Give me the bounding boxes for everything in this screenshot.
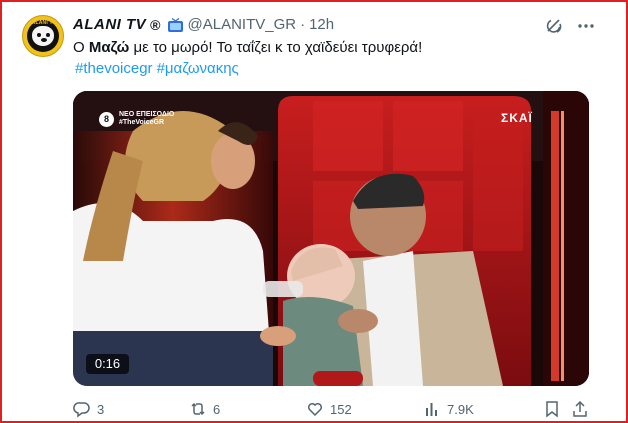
grok-icon[interactable] [544,16,564,36]
views-button[interactable]: 7.9K [423,400,474,418]
like-button[interactable]: 152 [306,400,352,418]
hashtag-link[interactable]: #μαζωνακης [157,60,239,77]
separator-dot: · [300,16,306,33]
display-name[interactable]: ALANI TV [73,16,146,34]
tweet-text: Ο Μαζώ με το μωρό! Το ταΐζει κ το χαϊδεύ… [73,39,423,56]
share-button[interactable] [571,400,595,418]
share-icon [573,400,587,417]
post-time[interactable]: 12h [309,16,334,34]
registered-mark: ® [150,17,161,33]
reply-count: 3 [97,401,105,417]
user-handle[interactable]: @ALANITV_GR [188,16,297,34]
episode-badge: 8 ΝΕΟ ΕΠΕΙΣΟΔΙΟ #TheVoiceGR [99,111,174,127]
bookmark-icon [546,401,558,418]
avatar-logo-text: ALANI TV [31,20,57,26]
video-duration: 0:16 [86,354,129,374]
tweet-text-bold: Μαζώ [88,39,130,56]
repost-button[interactable]: 6 [189,400,220,418]
more-icon[interactable] [576,16,596,36]
repost-count: 6 [213,401,221,417]
episode-number: 8 [99,111,114,127]
video-frame [73,91,589,386]
reply-button[interactable]: 3 [73,400,104,418]
episode-label: ΝΕΟ ΕΠΕΙΣΟΔΙΟ [119,111,175,118]
heart-icon [307,402,323,417]
tweet-header: ALANI TV ® @ALANITV_GR · 12h [73,16,334,34]
channel-logo: ΣΚΑΪ [501,111,533,125]
reply-icon [73,402,90,418]
bookmark-button[interactable] [543,400,567,418]
tv-icon [167,17,184,33]
video-player[interactable]: 8 ΝΕΟ ΕΠΕΙΣΟΔΙΟ #TheVoiceGR ΣΚΑΪ 0:16 [73,91,589,386]
view-count: 7.9K [447,401,474,417]
hashtags: #thevoicegr #μαζωνακης [75,59,243,79]
avatar[interactable]: ALANI TV [22,15,64,57]
action-bar: 3 6 152 7.9K [73,400,593,420]
repost-icon [191,402,205,416]
like-count: 152 [330,401,352,417]
episode-tag: #TheVoiceGR [119,119,164,126]
views-icon [426,403,437,416]
hashtag-link[interactable]: #thevoicegr [75,60,153,77]
